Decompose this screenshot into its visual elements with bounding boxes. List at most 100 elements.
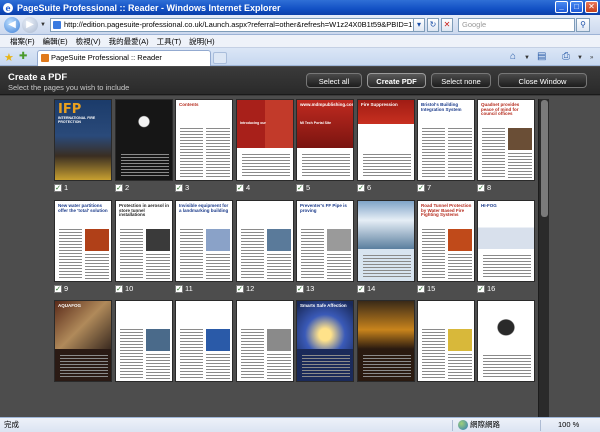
checkmark-icon[interactable]: ✓	[296, 284, 304, 293]
page-checkbox[interactable]: ✓ 10	[115, 284, 133, 293]
page-checkbox[interactable]: ✓ 6	[357, 183, 371, 192]
url-dropdown-icon[interactable]: ▾	[413, 18, 425, 32]
page-thumbnail[interactable]: AQUAFOG	[54, 300, 112, 382]
checkmark-icon[interactable]: ✓	[115, 183, 123, 192]
checkmark-icon[interactable]: ✓	[175, 284, 183, 293]
page-thumbnail[interactable]: Contents	[175, 99, 233, 181]
minimize-button[interactable]: _	[555, 1, 568, 13]
page-number: 15	[427, 284, 436, 293]
page-checkbox[interactable]: ✓ 8	[477, 183, 491, 192]
page-photo	[85, 229, 109, 251]
checkmark-icon[interactable]: ✓	[477, 284, 485, 293]
page-title: Create a PDF	[8, 72, 68, 83]
page-checkbox[interactable]: ✓ 11	[175, 284, 193, 293]
page-checkbox[interactable]: ✓ 2	[115, 183, 129, 192]
url-input[interactable]: http://edition.pagesuite-professional.co…	[50, 18, 425, 32]
page-thumbnail[interactable]: Preventer's FF Pipe is proving	[296, 200, 354, 282]
forward-button[interactable]: ▶	[22, 17, 38, 33]
print-icon[interactable]: ⎙	[562, 51, 570, 62]
page-thumbnail[interactable]	[236, 200, 294, 282]
page-thumbnail[interactable]: www.mdmpublishing.com MI Tech Portal Site	[296, 99, 354, 181]
refresh-button[interactable]: ↻	[427, 18, 439, 32]
page-thumbnail[interactable]	[357, 300, 415, 382]
page-checkbox[interactable]: ✓ 4	[236, 183, 250, 192]
create-pdf-button[interactable]: Create PDF	[367, 73, 426, 88]
page-number: 10	[125, 284, 134, 293]
page-thumbnail[interactable]	[477, 300, 535, 382]
stop-button[interactable]: ✕	[441, 18, 453, 32]
checkmark-icon[interactable]: ✓	[236, 183, 244, 192]
checkmark-icon[interactable]: ✓	[54, 284, 62, 293]
page-checkbox[interactable]: ✓ 5	[296, 183, 310, 192]
close-window-app-button[interactable]: Close Window	[498, 73, 587, 88]
page-thumbnail[interactable]: HI-FOG	[477, 200, 535, 282]
page-text-column	[146, 254, 170, 279]
close-window-button[interactable]: ✕	[585, 1, 598, 13]
zoom-level[interactable]: 100 %	[558, 418, 579, 432]
menu-file[interactable]: 檔案(F)	[10, 36, 35, 47]
page-checkbox[interactable]: ✓ 7	[417, 183, 431, 192]
back-button[interactable]: ◀	[4, 17, 20, 33]
page-thumbnail[interactable]: Protection in aerosol in store tunnel in…	[115, 200, 173, 282]
checkmark-icon[interactable]: ✓	[417, 183, 425, 192]
page-checkbox[interactable]: ✓ 16	[477, 284, 495, 293]
menu-tools[interactable]: 工具(T)	[157, 36, 182, 47]
page-thumbnail[interactable]: Quadnet provides peace of mind for counc…	[477, 99, 535, 181]
page-thumbnail[interactable]: Invisible equipment for a landmarking bu…	[175, 200, 233, 282]
print-dropdown-icon[interactable]: ▼	[577, 55, 583, 61]
page-checkbox[interactable]: ✓ 3	[175, 183, 189, 192]
page-thumbnail[interactable]: Fire Suppression	[357, 99, 415, 181]
select-all-button[interactable]: Select all	[306, 73, 362, 88]
checkmark-icon[interactable]: ✓	[175, 183, 183, 192]
select-none-button[interactable]: Select none	[431, 73, 491, 88]
checkmark-icon[interactable]: ✓	[54, 183, 62, 192]
page-thumbnail[interactable]: Smarts Safe Affection	[296, 300, 354, 382]
scrollbar-thumb[interactable]	[541, 100, 548, 217]
feeds-icon[interactable]: ▤	[537, 51, 546, 62]
page-checkbox[interactable]: ✓ 15	[417, 284, 435, 293]
add-favorite-icon[interactable]: ✚	[19, 51, 27, 62]
page-thumbnail[interactable]: Road Tunnel Protection by Water Based Fi…	[417, 200, 475, 282]
checkmark-icon[interactable]: ✓	[236, 284, 244, 293]
page-thumbnail[interactable]	[175, 300, 233, 382]
page-thumbnail[interactable]	[236, 300, 294, 382]
favorites-star-icon[interactable]: ★	[4, 51, 14, 64]
page-thumbnail[interactable]: IFP INTERNATIONAL FIRE PROTECTION	[54, 99, 112, 181]
history-dropdown-icon[interactable]: ▼	[40, 22, 46, 28]
search-icon[interactable]: ⚲	[576, 18, 590, 32]
menu-view[interactable]: 檢視(V)	[76, 36, 101, 47]
page-thumbnail[interactable]	[417, 300, 475, 382]
checkmark-icon[interactable]: ✓	[357, 183, 365, 192]
maximize-button[interactable]: □	[570, 1, 583, 13]
page-thumbnail[interactable]: New water partitions offer the 'total' s…	[54, 200, 112, 282]
page-thumbnail[interactable]	[115, 300, 173, 382]
page-heading: Quadnet provides peace of mind for counc…	[481, 102, 520, 117]
page-checkbox[interactable]: ✓ 9	[54, 284, 68, 293]
checkmark-icon[interactable]: ✓	[417, 284, 425, 293]
grid-scrollbar[interactable]	[538, 99, 549, 417]
page-heading: Protection in aerosol in store tunnel in…	[119, 203, 170, 218]
page-checkbox[interactable]: ✓ 14	[357, 284, 375, 293]
page-thumbnail[interactable]: Introducing our	[236, 99, 294, 181]
more-chevron-icon[interactable]: »	[590, 55, 593, 61]
page-thumbnail[interactable]: Bristol's Building Integration System	[417, 99, 475, 181]
checkmark-icon[interactable]: ✓	[477, 183, 485, 192]
page-thumbnail[interactable]	[357, 200, 415, 282]
home-dropdown-icon[interactable]: ▼	[524, 55, 530, 61]
checkmark-icon[interactable]: ✓	[296, 183, 304, 192]
menu-favorites[interactable]: 我的最愛(A)	[109, 36, 149, 47]
page-image	[358, 301, 414, 349]
page-thumbnail[interactable]	[115, 99, 173, 181]
tab-pagesuite-reader[interactable]: PageSuite Professional :: Reader	[37, 50, 211, 66]
page-text-column	[120, 329, 143, 379]
page-checkbox[interactable]: ✓ 12	[236, 284, 254, 293]
new-tab-button[interactable]	[213, 52, 227, 64]
search-input[interactable]: Google	[458, 18, 575, 32]
page-checkbox[interactable]: ✓ 13	[296, 284, 314, 293]
menu-help[interactable]: 說明(H)	[189, 36, 214, 47]
page-checkbox[interactable]: ✓ 1	[54, 183, 68, 192]
checkmark-icon[interactable]: ✓	[115, 284, 123, 293]
checkmark-icon[interactable]: ✓	[357, 284, 365, 293]
home-icon[interactable]: ⌂	[510, 51, 516, 62]
menu-edit[interactable]: 編輯(E)	[43, 36, 68, 47]
